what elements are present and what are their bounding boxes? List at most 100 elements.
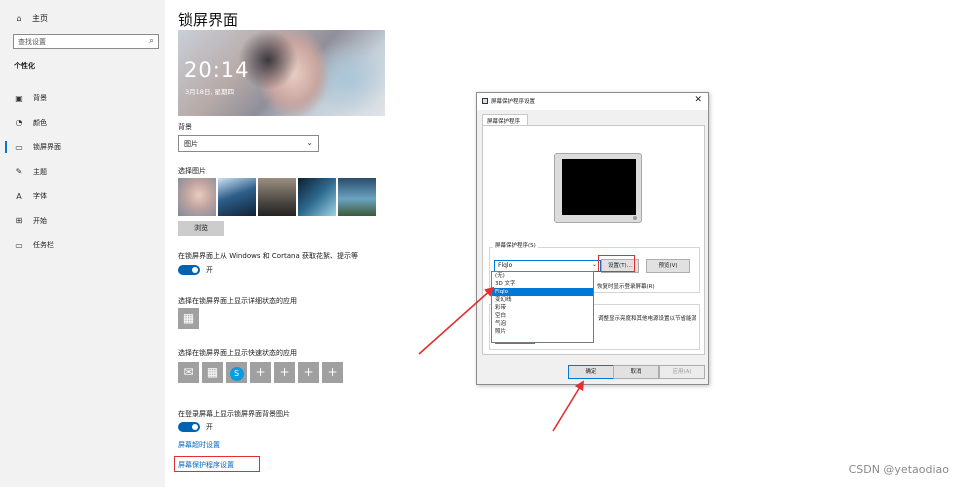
dropdown-option-selected[interactable]: Flqlo (492, 288, 593, 296)
annotation-arrow (552, 380, 585, 432)
signin-background-label: 在登录屏幕上显示锁屏界面背景图片 (178, 410, 290, 418)
preview-time: 20:14 (184, 58, 250, 82)
annotation-highlight-box (174, 456, 260, 472)
quick-status-label: 选择在锁屏界面上显示快速状态的应用 (178, 349, 297, 357)
tips-toggle[interactable] (178, 265, 200, 275)
screensaver-dropdown-list: (无) 3D 文字 Flqlo 变幻线 彩带 空白 气泡 照片 (491, 271, 594, 343)
monitor-screen (562, 159, 636, 215)
resume-login-checkbox-label[interactable]: 恢复时显示登录屏幕(R) (597, 282, 655, 290)
mail-icon: ✉ (183, 365, 194, 379)
calendar-icon: ▦ (182, 311, 195, 325)
detail-status-label: 选择在锁屏界面上显示详细状态的应用 (178, 297, 297, 305)
calendar-app-slot[interactable]: ▦ (178, 308, 199, 329)
add-app-slot[interactable]: + (250, 362, 271, 383)
lock-screen-icon: ▭ (15, 142, 23, 152)
monitor-preview (554, 153, 642, 223)
lock-screen-preview: 20:14 3月18日, 星期四 (178, 30, 385, 116)
dropdown-option[interactable]: (无) (492, 272, 593, 280)
picture-thumbnail[interactable] (178, 178, 216, 216)
choose-picture-label: 选择图片 (178, 167, 206, 175)
apply-button[interactable]: 应用(A) (659, 365, 705, 379)
picture-icon: ▣ (15, 93, 23, 103)
plus-icon: + (327, 365, 338, 379)
dropdown-option[interactable]: 气泡 (492, 320, 593, 328)
background-label: 背景 (178, 123, 192, 131)
chevron-down-icon: ⌄ (306, 138, 313, 147)
dropdown-option[interactable]: 空白 (492, 312, 593, 320)
page-title: 锁屏界面 (178, 11, 239, 29)
home-icon: ⌂ (16, 14, 22, 23)
picture-thumbnail[interactable] (298, 178, 336, 216)
dropdown-option[interactable]: 彩带 (492, 304, 593, 312)
add-app-slot[interactable]: + (322, 362, 343, 383)
ok-button[interactable]: 确定 (568, 365, 614, 379)
sidebar-item-label: 任务栏 (33, 241, 54, 250)
search-placeholder: 查找设置 (18, 38, 46, 46)
dropdown-option[interactable]: 照片 (492, 328, 593, 336)
plus-icon: + (303, 365, 314, 379)
background-select[interactable]: 图片 ⌄ (178, 135, 319, 152)
search-input[interactable]: 查找设置 ⌕ (13, 34, 159, 49)
picture-thumbnail[interactable] (218, 178, 256, 216)
preview-date: 3月18日, 星期四 (185, 88, 235, 96)
window-icon (482, 98, 488, 104)
plus-icon: + (279, 365, 290, 379)
taskbar-icon: ▭ (15, 240, 23, 250)
sidebar-item-label: 锁屏界面 (33, 143, 61, 152)
background-select-value: 图片 (184, 140, 198, 148)
calendar-icon: ▦ (206, 365, 219, 379)
tips-label: 在锁屏界面上从 Windows 和 Cortana 获取花絮、提示等 (178, 252, 358, 260)
font-icon: A (16, 191, 22, 201)
sidebar-item-label: 颜色 (33, 118, 47, 127)
skype-app-slot[interactable]: S (226, 362, 247, 383)
brush-icon: ✎ (15, 167, 23, 177)
start-icon: ⊞ (15, 216, 23, 226)
screensaver-preview-button[interactable]: 预览(V) (646, 259, 690, 273)
signin-background-toggle[interactable] (178, 422, 200, 432)
add-app-slot[interactable]: + (298, 362, 319, 383)
screensaver-select-value: Flqlo (498, 262, 513, 269)
screen-timeout-link[interactable]: 屏幕超时设置 (178, 440, 220, 450)
palette-icon: ◔ (15, 118, 23, 128)
nav-home[interactable]: ⌂ 主页 (14, 13, 48, 24)
sidebar-item-taskbar[interactable]: ▭ 任务栏 (0, 233, 165, 258)
picture-thumbnail[interactable] (258, 178, 296, 216)
sidebar-item-color[interactable]: ◔ 颜色 (0, 111, 165, 136)
tips-toggle-state: 开 (206, 266, 213, 274)
dialog-titlebar[interactable]: 屏幕保护程序设置 ✕ (477, 93, 708, 110)
close-icon[interactable]: ✕ (694, 95, 702, 105)
sidebar-item-fonts[interactable]: A 字体 (0, 184, 165, 209)
nav-list: ▣ 背景 ◔ 颜色 ▭ 锁屏界面 ✎ 主题 A 字体 ⊞ 开始 ▭ 任务栏 (0, 86, 165, 258)
plus-icon: + (255, 365, 266, 379)
settings-sidebar: ⌂ 主页 查找设置 ⌕ 个性化 ▣ 背景 ◔ 颜色 ▭ 锁屏界面 ✎ 主题 A … (0, 0, 165, 487)
mail-app-slot[interactable]: ✉ (178, 362, 199, 383)
section-label: 个性化 (14, 62, 35, 70)
calendar-app-slot[interactable]: ▦ (202, 362, 223, 383)
dropdown-option[interactable]: 变幻线 (492, 296, 593, 304)
nav-home-label: 主页 (32, 14, 48, 23)
signin-toggle-state: 开 (206, 423, 213, 431)
sidebar-item-themes[interactable]: ✎ 主题 (0, 160, 165, 185)
cancel-button[interactable]: 取消 (613, 365, 659, 379)
screensaver-group-label: 屏幕保护程序(S) (493, 241, 538, 249)
sidebar-item-label: 背景 (33, 94, 47, 103)
sidebar-item-label: 主题 (33, 167, 47, 176)
search-icon: ⌕ (148, 36, 154, 46)
add-app-slot[interactable]: + (274, 362, 295, 383)
dropdown-option[interactable]: 3D 文字 (492, 280, 593, 288)
picture-thumbnail[interactable] (338, 178, 376, 216)
sidebar-item-start[interactable]: ⊞ 开始 (0, 209, 165, 234)
skype-icon: S (229, 367, 244, 381)
browse-button[interactable]: 浏览 (178, 221, 224, 236)
dialog-title: 屏幕保护程序设置 (491, 99, 536, 105)
picture-thumbnails (178, 178, 376, 216)
sidebar-item-lock-screen[interactable]: ▭ 锁屏界面 (0, 135, 165, 160)
power-text: 调整显示亮度和其他电源设置以节省能源或提供最佳性能。 (598, 316, 696, 322)
watermark: CSDN @yetaodiao (848, 463, 949, 476)
annotation-highlight-box (598, 255, 635, 272)
sidebar-item-label: 开始 (33, 216, 47, 225)
monitor-led (633, 216, 637, 220)
sidebar-item-label: 字体 (33, 192, 47, 201)
sidebar-item-background[interactable]: ▣ 背景 (0, 86, 165, 111)
chevron-down-icon: ⌄ (591, 261, 597, 268)
